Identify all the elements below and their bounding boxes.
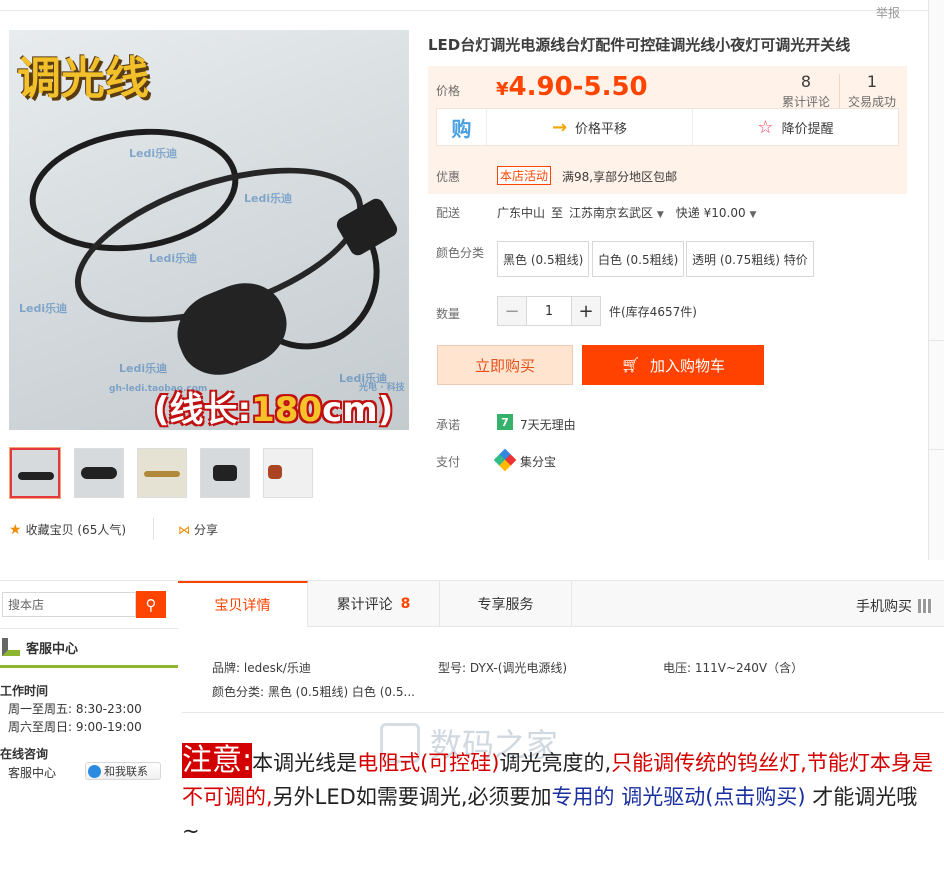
weekend-hours: 周六至周日: 9:00-19:00	[8, 720, 142, 734]
jifenbao-icon	[493, 448, 517, 472]
service-icon	[2, 638, 20, 656]
sales-stat: 1 交易成功	[847, 72, 896, 109]
image-title-overlay: 调光线	[17, 53, 149, 104]
star-outline-icon: ☆	[757, 116, 774, 138]
attr-model: 型号: DYX-(调光电源线)	[438, 661, 568, 675]
thumbnail-5[interactable]	[263, 448, 313, 498]
top-divider	[0, 10, 928, 11]
price-promo-bar: 购 → 价格平移 ☆ 降价提醒	[436, 108, 899, 146]
arrow-right-icon: →	[551, 116, 568, 138]
stock-text: 件(库存4657件)	[609, 305, 697, 319]
work-time-label: 工作时间	[0, 684, 49, 698]
attr-brand: 品牌: ledesk/乐迪	[212, 661, 311, 675]
discount-label: 优惠	[436, 170, 461, 184]
main-product-image[interactable]: Ledi乐迪 Ledi乐迪 Ledi乐迪 Ledi乐迪 Ledi乐迪 Ledi乐…	[9, 30, 409, 430]
favorite-label: 收藏宝贝 (65人气)	[25, 523, 127, 537]
online-consult-label: 在线咨询	[0, 747, 49, 761]
watermark-brand: Ledi乐迪	[119, 362, 168, 375]
note-label: 注意:	[182, 743, 253, 778]
attr-color: 颜色分类: 黑色 (0.5粗线) 白色 (0.5...	[212, 685, 415, 699]
report-link[interactable]: 举报	[876, 4, 900, 21]
divider	[153, 518, 154, 540]
gou-icon: 购	[437, 109, 487, 145]
color-option[interactable]: 透明 (0.75粗线) 特价	[686, 241, 814, 277]
price-label: 价格	[436, 84, 461, 98]
color-label: 颜色分类	[436, 246, 485, 260]
promise-text[interactable]: 7天无理由	[520, 416, 576, 433]
caret-down-icon: ▼	[656, 210, 664, 220]
reviews-stat[interactable]: 8 累计评论	[776, 72, 836, 110]
quantity-stepper: − 1 +	[497, 296, 601, 326]
right-gutter	[928, 0, 944, 560]
price-value: ¥4.90-5.50	[496, 72, 648, 102]
thumbnail-4[interactable]	[200, 448, 250, 498]
driver-link[interactable]: 专用的 调光驱动(点击购买)	[552, 785, 806, 809]
buy-now-button[interactable]: 立即购买	[437, 345, 573, 385]
tab-service[interactable]: 专享服务	[440, 581, 572, 627]
decrement-button[interactable]: −	[498, 297, 526, 325]
share-label: 分享	[194, 523, 219, 537]
caret-down-icon: ▼	[749, 210, 757, 220]
quantity-label: 数量	[436, 307, 461, 321]
share-button[interactable]: ⋈ 分享	[178, 521, 218, 538]
price-panel: 价格 ¥4.90-5.50 8 累计评论 1 交易成功 购 → 价格平移 ☆ 降价提醒 …	[428, 66, 907, 194]
price-trend[interactable]: → 价格平移	[487, 109, 693, 145]
service-center-header: 客服中心	[0, 628, 178, 668]
product-title: LED台灯调光电源线台灯配件可控硅调光线小夜灯可调光开关线	[428, 36, 851, 54]
discount-tag[interactable]: 本店活动	[497, 166, 552, 185]
seven-day-icon: 7	[497, 414, 513, 430]
pay-text[interactable]: 集分宝	[520, 453, 556, 470]
qr-code-icon	[918, 599, 932, 613]
star-icon: ★	[9, 521, 22, 538]
price-alert-button[interactable]: ☆ 降价提醒	[693, 109, 898, 145]
tab-reviews[interactable]: 累计评论 8	[308, 581, 440, 627]
thumbnail-3[interactable]	[137, 448, 187, 498]
ship-from: 广东中山	[497, 206, 546, 220]
watermark-brand: Ledi乐迪	[19, 302, 68, 315]
add-to-cart-button[interactable]: 🛒︎ 加入购物车	[582, 345, 764, 385]
contact-button[interactable]: 和我联系	[85, 762, 161, 780]
share-icon: ⋈	[178, 522, 190, 537]
weekday-hours: 周一至周五: 8:30-23:00	[8, 702, 142, 716]
discount-text: 满98,享部分地区包邮	[562, 170, 678, 184]
color-option[interactable]: 白色 (0.5粗线)	[592, 241, 685, 277]
gutter-button[interactable]	[929, 340, 944, 450]
cable-length-overlay: (线长:180cm)	[154, 390, 394, 430]
shipping-info: 广东中山 至 江苏南京玄武区 ▼ 快递 ¥10.00 ▼	[497, 204, 756, 221]
divider	[839, 74, 840, 108]
color-option[interactable]: 黑色 (0.5粗线)	[497, 241, 590, 277]
tab-details[interactable]: 宝贝详情	[178, 581, 308, 627]
promise-label: 承诺	[436, 418, 461, 432]
favorite-button[interactable]: ★ 收藏宝贝 (65人气)	[9, 521, 126, 538]
thumbnail-2[interactable]	[74, 448, 124, 498]
search-icon[interactable]: ⚲	[136, 591, 166, 618]
attr-voltage: 电压: 111V~240V（含）	[663, 661, 804, 675]
cart-icon: 🛒︎	[620, 356, 641, 374]
description-text: 注意:本调光线是电阻式(可控硅)调光亮度的,只能调传统的钨丝灯,节能灯本身是不可…	[182, 743, 933, 843]
detail-tabs: 宝贝详情 累计评论 8 专享服务	[178, 581, 944, 627]
thumbnail-1[interactable]	[9, 447, 61, 499]
shipping-label: 配送	[436, 206, 461, 220]
ship-to-select[interactable]: 江苏南京玄武区 ▼	[569, 204, 664, 221]
shop-search-input[interactable]: 搜本店	[2, 592, 136, 617]
service-agent: 客服中心	[8, 766, 57, 780]
quantity-input[interactable]: 1	[526, 297, 572, 325]
pay-label: 支付	[436, 455, 461, 469]
mobile-buy[interactable]: 手机购买	[856, 596, 932, 616]
wangwang-icon	[88, 764, 101, 778]
divider	[182, 712, 944, 713]
ship-to-word: 至	[551, 206, 564, 220]
ship-method-select[interactable]: 快递 ¥10.00 ▼	[676, 204, 757, 221]
increment-button[interactable]: +	[572, 297, 600, 325]
